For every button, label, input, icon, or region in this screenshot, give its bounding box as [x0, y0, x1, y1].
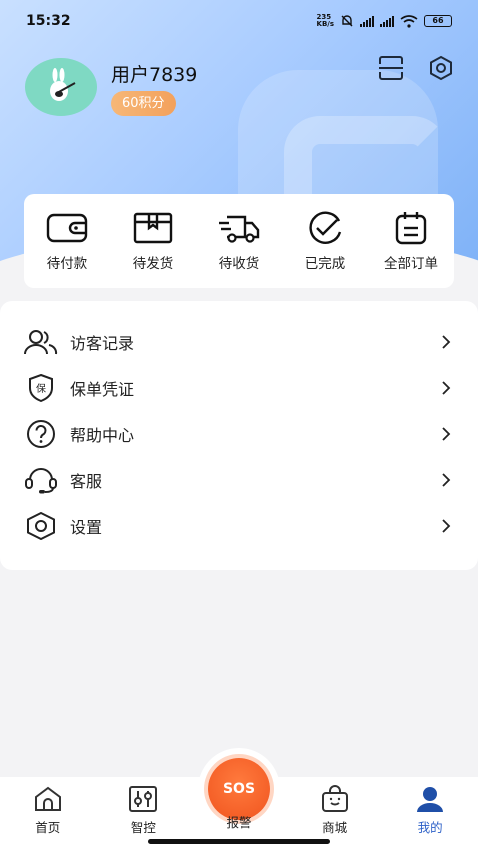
points-badge[interactable]: 60积分	[111, 91, 176, 116]
nav-label: 首页	[35, 820, 61, 835]
nav-smart-control[interactable]: 智控	[103, 785, 183, 836]
clipboard-icon	[395, 211, 427, 244]
settings-icon	[24, 511, 58, 541]
shopping-bag-icon	[321, 785, 348, 812]
menu-label: 访客记录	[70, 334, 135, 353]
signal-1-icon	[360, 15, 374, 27]
order-completed[interactable]: 已完成	[285, 211, 365, 272]
avatar[interactable]	[25, 58, 97, 116]
menu-label: 客服	[70, 472, 103, 491]
menu-item-help-center[interactable]: 帮助中心	[0, 411, 478, 457]
rabbit-guitar-icon	[50, 68, 76, 101]
status-icons: 235 KB/s 66	[317, 14, 452, 28]
insurance-shield-icon: 保	[24, 373, 58, 403]
order-label: 待发货	[132, 255, 174, 272]
truck-icon	[219, 215, 260, 243]
orders-card: 待付款 待发货 待收货 已完成 全部订单	[24, 194, 454, 288]
nav-mall[interactable]: 商城	[295, 785, 375, 836]
status-bar: 15:32 235 KB/s 66	[0, 0, 478, 42]
sos-button[interactable]: SOS	[208, 758, 270, 820]
menu-label: 保单凭证	[70, 380, 135, 399]
nav-label: 商城	[322, 820, 348, 835]
home-icon	[34, 786, 61, 811]
help-icon	[24, 419, 58, 449]
chevron-right-icon	[442, 427, 451, 441]
box-icon	[133, 212, 173, 243]
net-speed: 235 KB/s	[316, 13, 334, 28]
user-icon	[417, 787, 444, 812]
wifi-icon	[400, 14, 418, 28]
mute-bell-icon	[341, 15, 353, 27]
chevron-right-icon	[442, 381, 451, 395]
headset-icon	[24, 465, 58, 495]
wallet-icon	[46, 213, 88, 242]
order-label: 全部订单	[384, 255, 438, 272]
menu-label: 帮助中心	[70, 426, 135, 445]
nav-home[interactable]: 首页	[8, 785, 88, 836]
sliders-icon	[129, 786, 158, 812]
signal-2-icon	[380, 15, 394, 27]
nav-alarm-label[interactable]: 报警	[198, 812, 280, 831]
order-all[interactable]: 全部订单	[371, 211, 451, 272]
chevron-right-icon	[442, 519, 451, 533]
order-label: 待收货	[218, 255, 260, 272]
home-indicator[interactable]	[148, 839, 330, 844]
username[interactable]: 用户7839	[111, 60, 197, 87]
menu-item-insurance-certificate[interactable]: 保 保单凭证	[0, 365, 478, 411]
visitors-icon	[24, 327, 58, 357]
svg-text:保: 保	[36, 382, 46, 395]
menu-item-customer-service[interactable]: 客服	[0, 457, 478, 503]
menu-label: 设置	[70, 518, 103, 537]
order-pending-receipt[interactable]: 待收货	[199, 211, 279, 272]
chevron-right-icon	[442, 335, 451, 349]
nav-label: 智控	[130, 820, 156, 835]
nav-mine[interactable]: 我的	[390, 785, 470, 836]
order-label: 待付款	[46, 255, 88, 272]
menu-item-visitor-records[interactable]: 访客记录	[0, 319, 478, 365]
nav-label: 我的	[417, 820, 443, 835]
menu-card: 访客记录 保 保单凭证 帮助中心 客服 设置	[0, 301, 478, 570]
order-pending-payment[interactable]: 待付款	[27, 211, 107, 272]
menu-item-settings[interactable]: 设置	[0, 503, 478, 549]
order-label: 已完成	[304, 255, 346, 272]
settings-hex-icon[interactable]	[428, 55, 454, 81]
chevron-right-icon	[442, 473, 451, 487]
status-time: 15:32	[26, 13, 71, 29]
scan-icon[interactable]	[378, 55, 404, 81]
check-circle-icon	[309, 211, 342, 244]
order-pending-shipment[interactable]: 待发货	[113, 211, 193, 272]
battery-icon: 66	[424, 15, 452, 27]
